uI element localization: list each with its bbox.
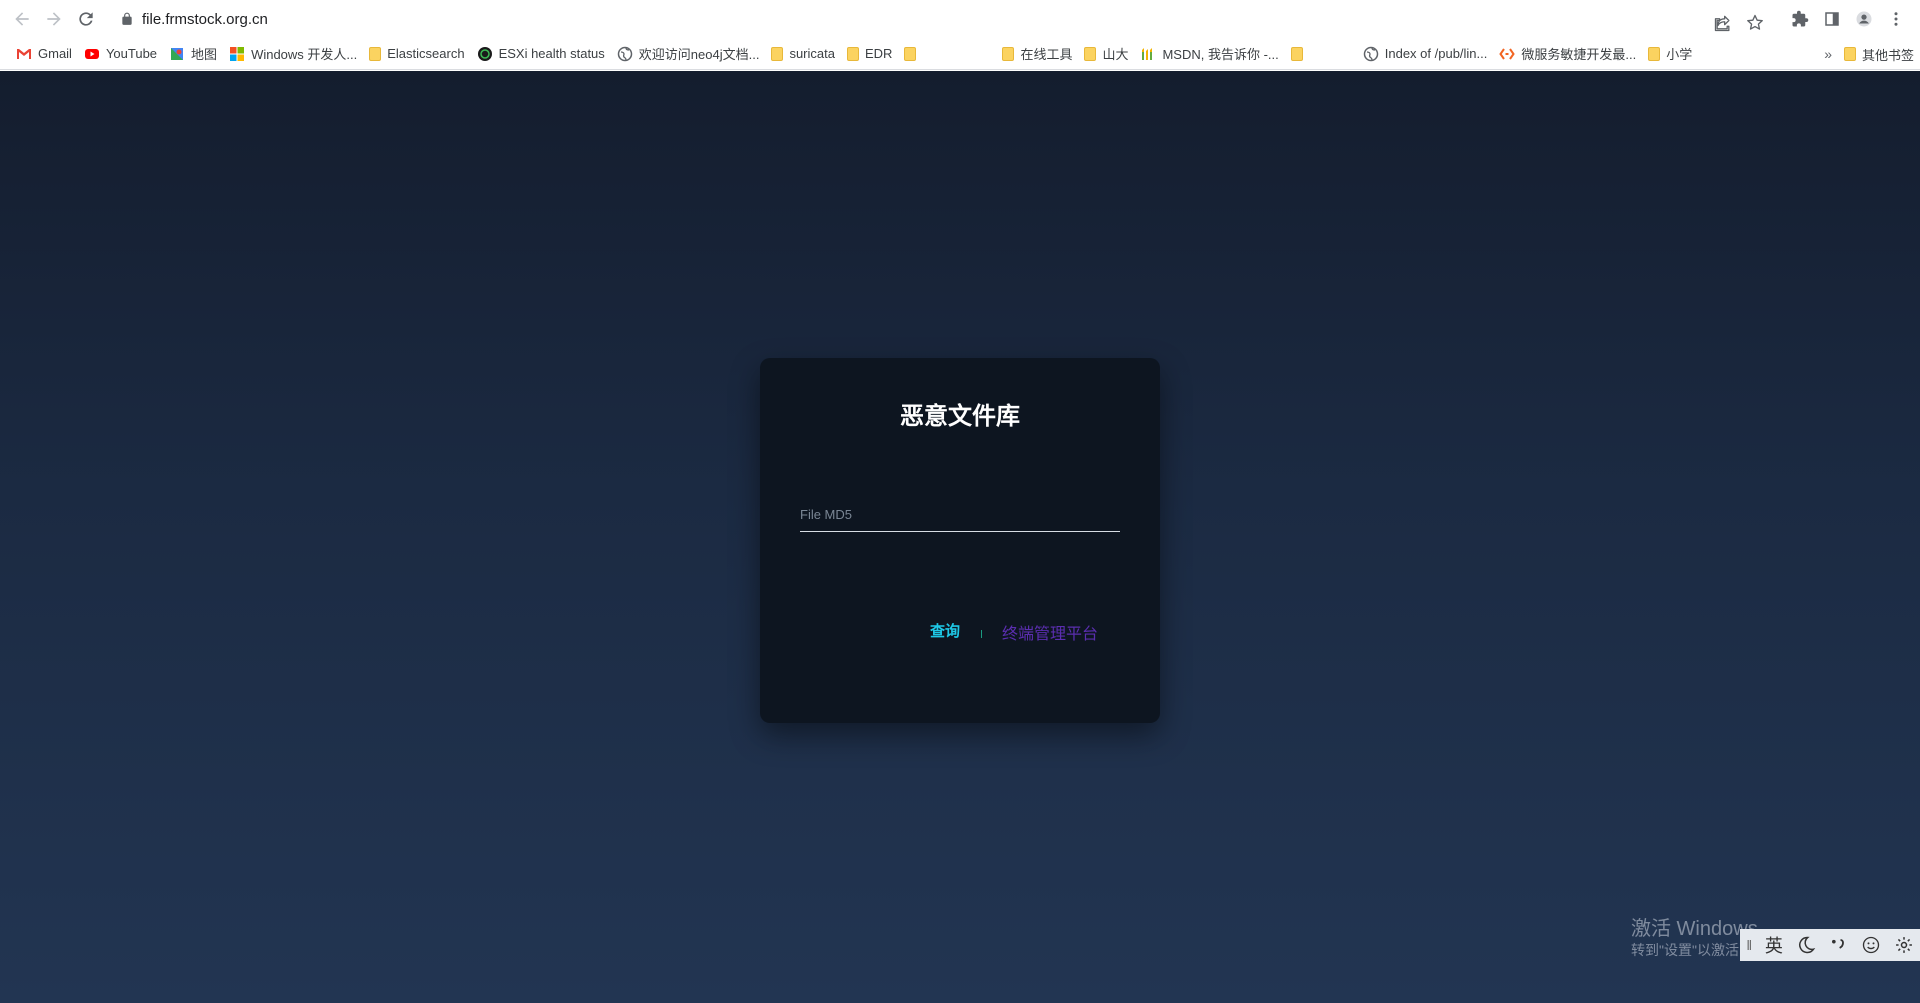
puzzle-icon <box>1792 10 1809 27</box>
folder-icon <box>369 46 382 61</box>
back-button[interactable] <box>6 3 38 35</box>
url-text: file.frmstock.org.cn <box>142 10 268 28</box>
bookmark-suricata[interactable]: suricata <box>765 40 841 68</box>
bookmark-maps[interactable]: 地图 <box>163 40 223 68</box>
youtube-icon <box>84 48 99 59</box>
bookmark-primary-school[interactable]: 小学 <box>1642 40 1698 68</box>
ime-handle[interactable]: ‖ <box>1746 937 1752 953</box>
lock-icon <box>122 12 132 25</box>
activation-watermark-title: 激活 Windows <box>1631 918 1758 940</box>
folder-icon <box>1648 46 1661 61</box>
avatar-icon <box>1856 11 1872 27</box>
bookmark-microservice[interactable]: 微服务敏捷开发最... <box>1493 40 1642 68</box>
folder-icon <box>1290 46 1303 61</box>
gmail-icon <box>17 48 31 59</box>
punctuation-icon[interactable] <box>1828 935 1848 955</box>
side-panel-icon <box>1825 12 1839 26</box>
ime-toolbar: ‖ 英 <box>1740 929 1920 961</box>
md5-input[interactable] <box>800 498 1120 531</box>
bookmark-folder-unnamed-2[interactable] <box>1285 40 1315 68</box>
bookmark-shanda[interactable]: 山大 <box>1078 40 1134 68</box>
star-icon[interactable] <box>1745 13 1765 33</box>
folder-icon <box>1002 46 1015 61</box>
md5-field <box>800 498 1120 532</box>
arrow-left-icon <box>15 12 29 26</box>
brackets-icon <box>1499 47 1516 60</box>
bookmark-msdn[interactable]: MSDN, 我告诉你 -... <box>1134 40 1284 68</box>
globe-icon <box>1363 46 1378 61</box>
globe-icon <box>617 46 633 61</box>
bookmarks-bar: Gmail YouTube 地图 Windows 开发人... Elastics… <box>0 38 1920 70</box>
search-card: 恶意文件库 查询 终端管理平台 <box>760 358 1160 723</box>
windows-icon <box>230 46 245 61</box>
page-content: 恶意文件库 查询 终端管理平台 <box>0 71 1920 1003</box>
arrow-right-icon <box>47 12 61 26</box>
platform-link[interactable]: 终端管理平台 <box>1002 620 1098 644</box>
bookmark-gmail[interactable]: Gmail <box>10 40 78 68</box>
page-title: 恶意文件库 <box>900 401 1020 430</box>
folder-icon <box>846 46 859 61</box>
forward-button[interactable] <box>38 3 70 35</box>
msdn-icon <box>1142 47 1153 60</box>
other-bookmarks[interactable]: 其他书签 <box>1843 40 1914 68</box>
extensions-button[interactable] <box>1784 3 1816 35</box>
omnibox-actions <box>1701 8 1765 38</box>
toolbar-right <box>1784 0 1920 38</box>
settings-gear-icon[interactable] <box>1894 935 1914 955</box>
ime-language-toggle[interactable]: 英 <box>1765 932 1783 958</box>
bookmark-edr[interactable]: EDR <box>841 40 898 68</box>
bookmark-online-tools[interactable]: 在线工具 <box>996 40 1078 68</box>
emoji-icon[interactable] <box>1861 935 1881 955</box>
menu-button[interactable] <box>1880 3 1912 35</box>
maps-icon <box>171 47 184 60</box>
bookmark-neo4j[interactable]: 欢迎访问neo4j文档... <box>611 40 766 68</box>
folder-icon <box>771 46 784 61</box>
bookmark-esxi[interactable]: ESXi health status <box>471 40 611 68</box>
folder-icon <box>1843 47 1856 61</box>
bookmarks-overflow-button[interactable]: » <box>1824 46 1832 62</box>
bookmark-youtube[interactable]: YouTube <box>78 40 163 68</box>
share-icon[interactable] <box>1713 13 1733 33</box>
side-panel-button[interactable] <box>1816 3 1848 35</box>
reload-button[interactable] <box>70 3 102 35</box>
bookmark-folder-unnamed[interactable] <box>898 40 928 68</box>
folder-icon <box>1084 46 1097 61</box>
divider <box>981 630 982 638</box>
reload-icon <box>79 12 93 26</box>
profile-button[interactable] <box>1848 3 1880 35</box>
bookmark-windows[interactable]: Windows 开发人... <box>223 40 363 68</box>
activation-watermark-subtitle: 转到"设置"以激活 <box>1631 942 1739 958</box>
esxi-icon <box>477 46 492 61</box>
more-vert-icon <box>1894 12 1898 26</box>
browser-toolbar: file.frmstock.org.cn <box>0 0 1920 38</box>
bookmark-index-pub[interactable]: Index of /pub/lin... <box>1357 40 1494 68</box>
address-bar[interactable]: file.frmstock.org.cn <box>110 4 1765 34</box>
moon-icon[interactable] <box>1796 935 1816 955</box>
query-button[interactable]: 查询 <box>930 620 960 641</box>
bookmark-elasticsearch[interactable]: Elasticsearch <box>363 40 470 68</box>
folder-icon <box>904 46 917 61</box>
